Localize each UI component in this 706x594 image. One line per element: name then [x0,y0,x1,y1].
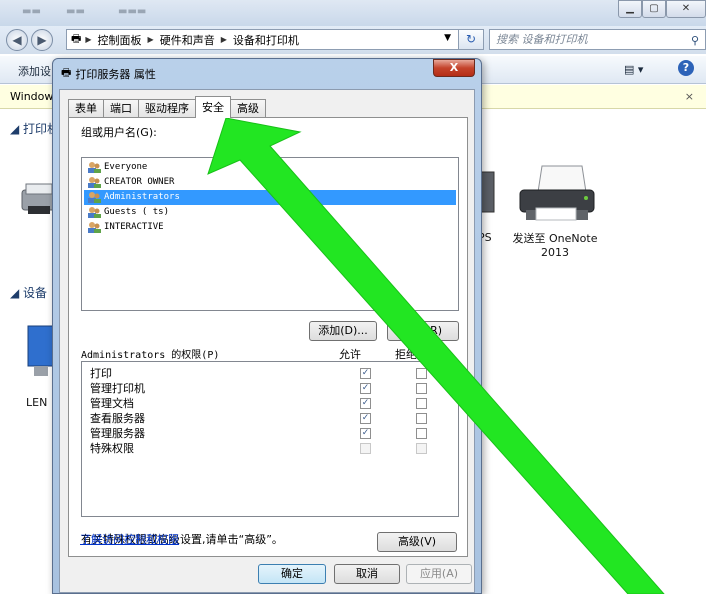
minimize-button[interactable]: ▁ [618,0,642,18]
list-item[interactable]: Everyone [84,160,456,175]
tab-advanced[interactable]: 高级 [230,99,266,118]
permissions-label: Administrators 的权限(P) [81,350,220,361]
close-icon[interactable]: × [685,85,694,108]
dialog-close-button[interactable]: X [433,59,475,77]
remove-user-button[interactable]: 删除(R) [387,321,459,341]
address-field[interactable]: 🖶 ▶ 控制面板 ▶ 硬件和声音 ▶ 设备和打印机 ▼ [66,29,484,50]
refresh-button[interactable]: ↻ [458,29,484,50]
allow-checkbox[interactable]: ✓ [360,413,371,424]
address-bar-area: ◀ ▶ 🖶 ▶ 控制面板 ▶ 硬件和声音 ▶ 设备和打印机 ▼ ↻ 搜索 设备和… [0,26,706,54]
permission-row: 管理打印机 ✓ [90,381,450,396]
breadcrumb-separator-icon: ▶ [85,35,92,44]
search-placeholder: 搜索 设备和打印机 [496,33,588,46]
list-item[interactable]: Guests ( ts) [84,205,456,220]
chevron-down-icon[interactable]: ▼ [444,33,451,43]
permission-row: 特殊权限 [90,441,450,456]
permissions-list: 打印 ✓ 管理打印机 ✓ 管理文档 ✓ 查看服务器 ✓ 管理服务器 ✓ 特殊权限 [81,361,459,517]
maximize-button[interactable]: ▢ [642,0,666,18]
list-item[interactable]: INTERACTIVE [84,220,456,235]
user-group-icon [88,207,101,218]
devices-section-header[interactable]: ◢ 设备 [10,284,47,301]
ghost-menu-1: ▬▬ [22,6,41,17]
breadcrumb-item[interactable]: 控制面板 [98,32,142,48]
ghost-menu-2: ▬▬ [66,6,85,17]
ok-button[interactable]: 确定 [258,564,326,584]
deny-checkbox[interactable] [416,428,427,439]
device-label-len: LEN [26,396,48,409]
allow-checkbox[interactable]: ✓ [360,428,371,439]
tab-forms[interactable]: 表单 [68,99,104,118]
users-listbox[interactable]: Everyone CREATOR OWNER Administrators Gu… [81,157,459,311]
deny-checkbox[interactable] [416,413,427,424]
close-window-button[interactable]: ✕ [666,0,706,18]
back-button[interactable]: ◀ [6,29,28,51]
permission-row: 查看服务器 ✓ [90,411,450,426]
dialog-body: 表单 端口 驱动程序 安全 高级 组或用户名(G): Everyone CREA… [59,89,475,593]
dialog-title: 打印服务器 属性 [75,67,156,81]
explorer-titlebar: ▬▬ ▬▬ ▬▬▬ ▁ ▢ ✕ [0,0,706,26]
onenote-printer-icon[interactable] [512,162,598,228]
monitor-icon[interactable] [22,324,56,384]
breadcrumb-separator-icon: ▶ [147,35,154,44]
tab-ports[interactable]: 端口 [103,99,139,118]
permission-row: 管理文档 ✓ [90,396,450,411]
add-user-button[interactable]: 添加(D)... [309,321,377,341]
allow-checkbox[interactable]: ✓ [360,398,371,409]
breadcrumb-separator-icon: ▶ [220,35,227,44]
device-label-onenote: 发送至 OneNote 2013 [512,232,598,259]
security-tab-page: 组或用户名(G): Everyone CREATOR OWNER Adminis… [68,117,468,557]
advanced-button[interactable]: 高级(V) [377,532,457,552]
tab-strip: 表单 端口 驱动程序 安全 高级 [68,96,266,118]
collapse-arrow-icon: ◢ [10,122,24,136]
user-group-icon [88,177,101,188]
allow-checkbox [360,443,371,454]
user-group-icon [88,222,101,233]
control-panel-icon: 🖶 [71,32,82,45]
tab-drivers[interactable]: 驱动程序 [138,99,196,118]
user-group-icon [88,192,101,203]
learn-access-control-link[interactable]: 了解访问控制和权限 [80,531,179,547]
help-icon[interactable]: ? [678,60,694,76]
dialog-titlebar[interactable]: 🖶 打印服务器 属性 [61,64,156,83]
deny-column-header: 拒绝 [395,348,417,361]
deny-checkbox[interactable] [416,398,427,409]
info-bar-text: Window [10,90,54,103]
search-input[interactable]: 搜索 设备和打印机 ⚲ [489,29,706,50]
breadcrumb-item[interactable]: 硬件和声音 [160,32,215,48]
print-server-properties-dialog: 🖶 打印服务器 属性 X 表单 端口 驱动程序 安全 高级 组或用户名(G): … [52,58,482,594]
view-options-icon[interactable]: ▤ ▾ [624,63,643,76]
list-item-selected[interactable]: Administrators [84,190,456,205]
allow-checkbox[interactable]: ✓ [360,383,371,394]
breadcrumb-item[interactable]: 设备和打印机 [233,32,299,48]
allow-column-header: 允许 [339,348,361,361]
ghost-menu-3: ▬▬▬ [118,6,147,17]
deny-checkbox[interactable] [416,383,427,394]
permission-row: 打印 ✓ [90,366,450,381]
list-item[interactable]: CREATOR OWNER [84,175,456,190]
add-device-button[interactable]: 添加设 [18,63,51,79]
deny-checkbox[interactable] [416,368,427,379]
collapse-arrow-icon: ◢ [10,286,24,300]
forward-button[interactable]: ▶ [31,29,53,51]
groups-label: 组或用户名(G): [81,126,157,139]
search-icon[interactable]: ⚲ [691,31,699,50]
user-group-icon [88,162,101,173]
cancel-button[interactable]: 取消 [334,564,400,584]
apply-button[interactable]: 应用(A) [406,564,472,584]
deny-checkbox [416,443,427,454]
allow-checkbox[interactable]: ✓ [360,368,371,379]
tab-security[interactable]: 安全 [195,96,231,118]
printer-icon: 🖶 [61,66,72,79]
permission-row: 管理服务器 ✓ [90,426,450,441]
